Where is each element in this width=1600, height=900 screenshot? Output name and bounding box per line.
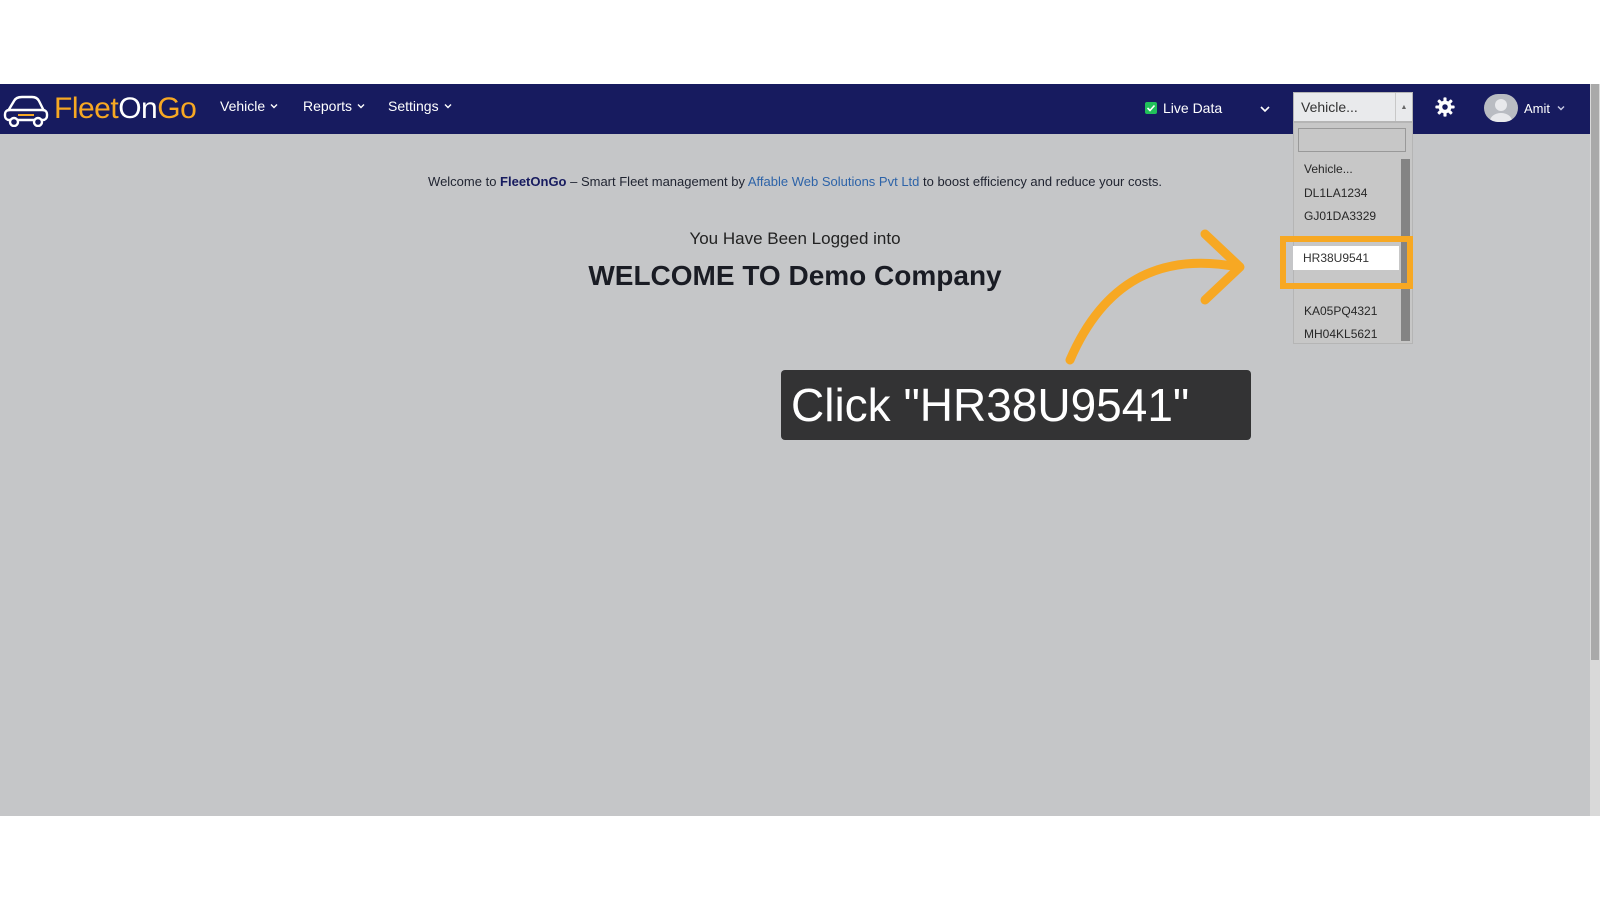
tutorial-callout: Click "HR38U9541": [781, 370, 1251, 440]
tutorial-instruction: Click "HR38U9541": [791, 379, 1190, 431]
pointer-arrow-icon: [1065, 229, 1245, 365]
app-frame: FleetOnGo Vehicle Reports Settings Live …: [0, 84, 1600, 816]
